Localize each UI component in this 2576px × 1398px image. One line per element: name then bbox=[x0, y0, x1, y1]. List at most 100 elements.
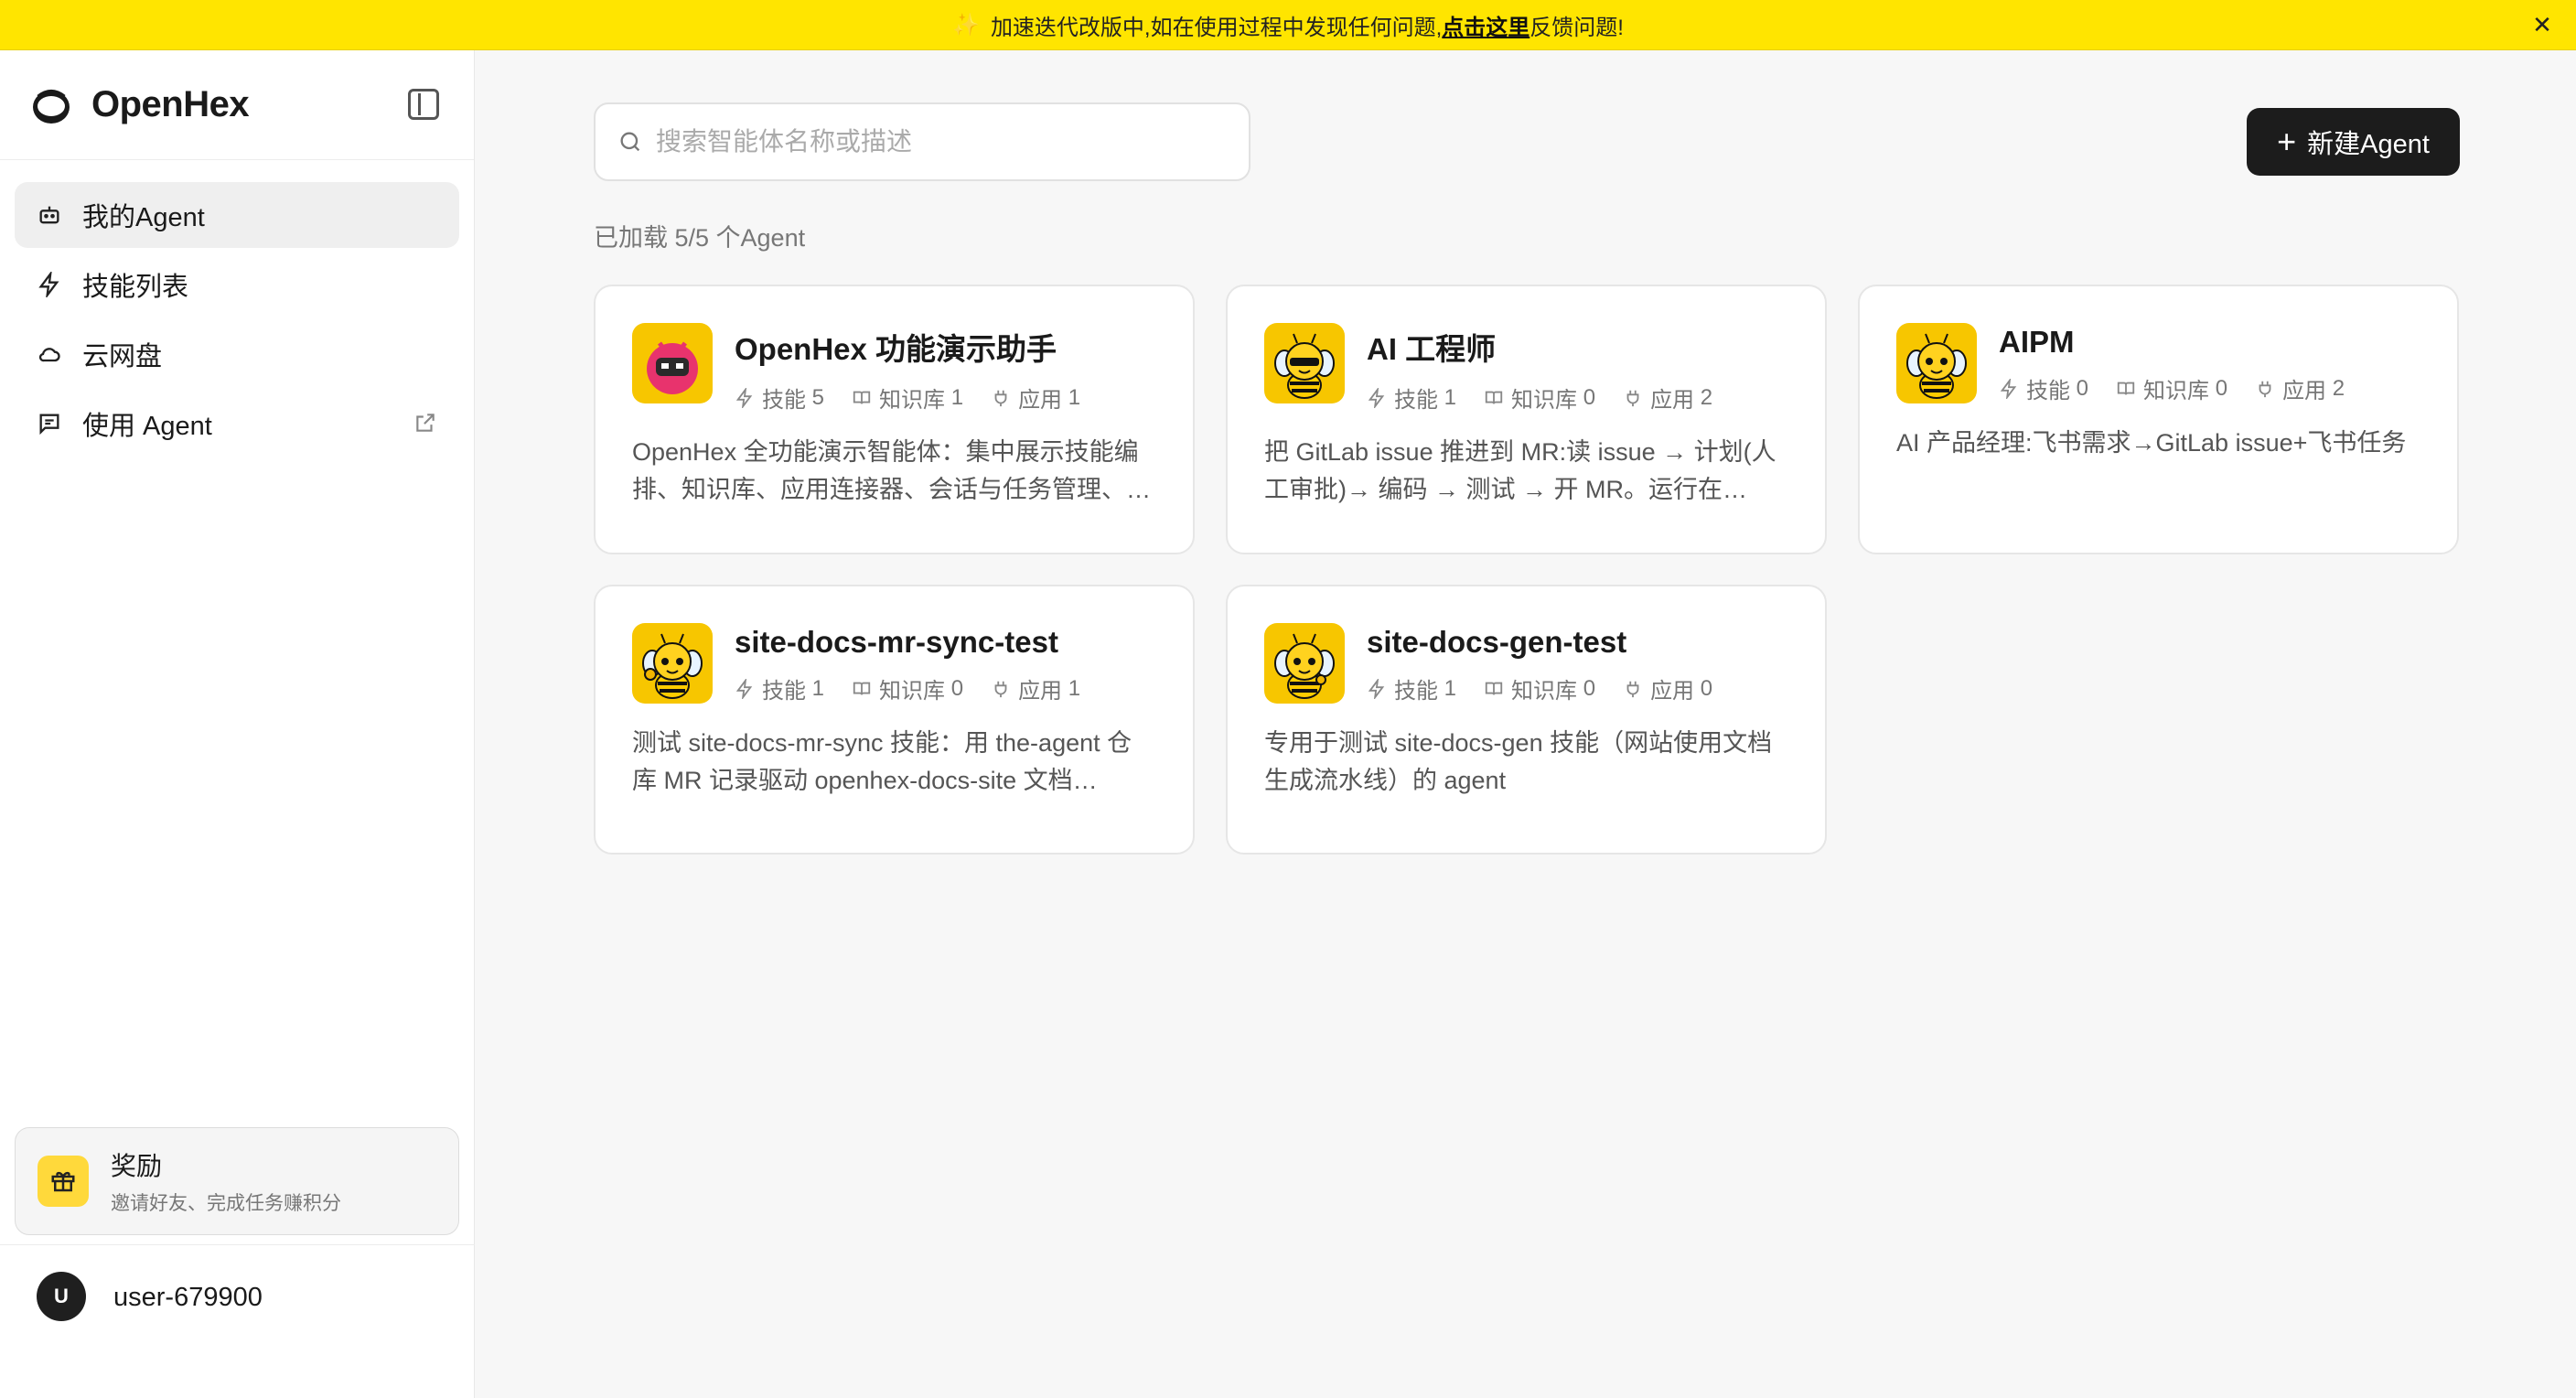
book-icon bbox=[1484, 679, 1511, 699]
agent-card[interactable]: AI 工程师 技能 1 知识库 0 应用 2 把 GitLab issue 推进到 MR… bbox=[1226, 285, 1827, 554]
sidebar-item-my-agent[interactable]: 我的Agent bbox=[15, 182, 459, 248]
stat-label: 应用 bbox=[1650, 388, 1695, 413]
banner-text-end: 反馈问题! bbox=[1530, 15, 1624, 40]
kb-count: 知识库 1 bbox=[852, 382, 963, 414]
bot-icon bbox=[37, 202, 62, 228]
plug-icon bbox=[1623, 679, 1650, 699]
lightning-icon bbox=[735, 678, 762, 699]
sidebar-item-label: 云网盘 bbox=[82, 342, 163, 371]
apps-count: 应用 2 bbox=[2255, 372, 2345, 404]
sidebar-item-label: 我的Agent bbox=[82, 203, 205, 232]
search-box bbox=[594, 102, 1250, 181]
agent-stats: 技能 5 知识库 1 应用 1 bbox=[735, 382, 1108, 414]
book-icon bbox=[2116, 379, 2143, 399]
lightning-icon bbox=[1999, 378, 2026, 399]
agent-avatar-icon bbox=[1264, 623, 1345, 704]
agent-name: AIPM bbox=[1999, 325, 2075, 359]
book-icon bbox=[1484, 388, 1511, 408]
agent-card[interactable]: site-docs-mr-sync-test 技能 1 知识库 0 应用 1 测试 si… bbox=[594, 585, 1195, 855]
stat-label: 知识库 bbox=[879, 679, 946, 704]
agent-description: OpenHex 全功能演示智能体：集中展示技能编排、知识库、应用连接器、会话与任… bbox=[632, 438, 1151, 503]
sparkle-icon: ✨ bbox=[952, 12, 980, 38]
stat-value: 0 bbox=[2215, 375, 2228, 401]
sidebar-toggle-icon[interactable] bbox=[408, 89, 439, 120]
agent-avatar-icon bbox=[632, 623, 713, 704]
chat-icon bbox=[37, 411, 62, 436]
plug-icon bbox=[2255, 379, 2282, 399]
sidebar-nav: 我的Agent 技能列表 云网盘 使用 Agent bbox=[0, 160, 474, 482]
skills-count: 技能 1 bbox=[1367, 382, 1456, 414]
agent-stats: 技能 1 知识库 0 应用 0 bbox=[1367, 672, 1740, 704]
agent-description: 把 GitLab issue 推进到 MR:读 issue → 计划(人工审批)… bbox=[1264, 438, 1776, 503]
agent-card[interactable]: OpenHex 功能演示助手 技能 5 知识库 1 应用 1 OpenHex 全功能演示… bbox=[594, 285, 1195, 554]
stat-value: 0 bbox=[1700, 675, 1713, 701]
kb-count: 知识库 0 bbox=[2116, 372, 2227, 404]
announcement-banner: ✨ 加速迭代改版中,如在使用过程中发现任何问题, 点击这里 反馈问题! ✕ bbox=[0, 0, 2576, 50]
stat-label: 知识库 bbox=[1511, 679, 1578, 704]
agent-count: 已加载 5/5 个Agent bbox=[594, 224, 806, 252]
search-input[interactable] bbox=[656, 127, 1223, 156]
agent-description: AI 产品经理:飞书需求→GitLab issue+飞书任务 bbox=[1896, 429, 2407, 457]
stat-value: 1 bbox=[1444, 384, 1457, 410]
stat-value: 0 bbox=[1583, 384, 1596, 410]
stat-label: 应用 bbox=[1018, 388, 1063, 413]
apps-count: 应用 0 bbox=[1623, 672, 1712, 704]
lightning-icon bbox=[735, 387, 762, 408]
agent-name: site-docs-mr-sync-test bbox=[735, 625, 1058, 659]
stat-value: 0 bbox=[950, 675, 964, 701]
agent-card-header: site-docs-gen-test 技能 1 知识库 0 应用 0 bbox=[1264, 623, 1788, 704]
agent-description: 测试 site-docs-mr-sync 技能：用 the-agent 仓库 M… bbox=[632, 729, 1132, 794]
plus-icon: + bbox=[2277, 123, 2297, 160]
agent-stats: 技能 1 知识库 0 应用 1 bbox=[735, 672, 1108, 704]
agent-avatar-icon bbox=[1264, 323, 1345, 403]
stat-label: 技能 bbox=[1394, 679, 1438, 704]
new-agent-button[interactable]: + 新建Agent bbox=[2247, 108, 2460, 176]
stat-value: 0 bbox=[2076, 375, 2089, 401]
stat-value: 1 bbox=[811, 675, 825, 701]
sidebar-item-skills[interactable]: 技能列表 bbox=[15, 252, 459, 317]
close-icon[interactable]: ✕ bbox=[2528, 11, 2556, 38]
lightning-icon bbox=[1367, 678, 1394, 699]
stat-label: 技能 bbox=[2026, 379, 2070, 403]
skills-count: 技能 5 bbox=[735, 382, 824, 414]
sidebar-item-label: 技能列表 bbox=[82, 273, 189, 302]
cloud-icon bbox=[37, 341, 62, 367]
kb-count: 知识库 0 bbox=[1484, 382, 1595, 414]
agent-card-header: AIPM 技能 0 知识库 0 应用 2 bbox=[1896, 323, 2420, 404]
sidebar-item-use-agent[interactable]: 使用 Agent bbox=[15, 391, 459, 457]
stat-label: 知识库 bbox=[1511, 388, 1578, 413]
user-profile[interactable]: U user-679900 bbox=[0, 1244, 475, 1398]
stat-value: 1 bbox=[1068, 384, 1081, 410]
avatar: U bbox=[37, 1272, 86, 1321]
banner-text: 加速迭代改版中,如在使用过程中发现任何问题, bbox=[990, 15, 1443, 40]
stat-label: 技能 bbox=[1394, 388, 1438, 413]
brand-name: OpenHex bbox=[91, 84, 250, 124]
sidebar-item-cloud-drive[interactable]: 云网盘 bbox=[15, 321, 459, 387]
lightning-icon bbox=[1367, 387, 1394, 408]
stat-value: 1 bbox=[1068, 675, 1081, 701]
search-icon bbox=[620, 132, 640, 152]
agent-card-header: site-docs-mr-sync-test 技能 1 知识库 0 应用 1 bbox=[632, 623, 1156, 704]
stat-value: 2 bbox=[2332, 375, 2345, 401]
agent-card-header: AI 工程师 技能 1 知识库 0 应用 2 bbox=[1264, 323, 1788, 414]
stat-value: 2 bbox=[1700, 384, 1713, 410]
agent-card[interactable]: site-docs-gen-test 技能 1 知识库 0 应用 0 专用于测试 sit… bbox=[1226, 585, 1827, 855]
apps-count: 应用 1 bbox=[991, 382, 1080, 414]
new-agent-label: 新建Agent bbox=[2307, 130, 2430, 159]
reward-title: 奖励 bbox=[111, 1152, 163, 1180]
reward-subtitle: 邀请好友、完成任务赚积分 bbox=[111, 1193, 341, 1214]
skills-count: 技能 1 bbox=[1367, 672, 1456, 704]
agent-description: 专用于测试 site-docs-gen 技能（网站使用文档生成流水线）的 age… bbox=[1264, 729, 1773, 794]
brand-header: OpenHex bbox=[0, 50, 474, 160]
banner-feedback-link[interactable]: 点击这里 bbox=[1442, 9, 1530, 41]
kb-count: 知识库 0 bbox=[852, 672, 963, 704]
gift-icon bbox=[38, 1156, 89, 1207]
username: user-679900 bbox=[113, 1283, 263, 1312]
stat-label: 应用 bbox=[2282, 379, 2327, 403]
plug-icon bbox=[991, 679, 1018, 699]
plug-icon bbox=[1623, 388, 1650, 408]
agent-card[interactable]: AIPM 技能 0 知识库 0 应用 2 AI 产品经理:飞书需求→GitLab iss… bbox=[1858, 285, 2459, 554]
rewards-card[interactable]: 奖励 邀请好友、完成任务赚积分 bbox=[15, 1127, 459, 1235]
stat-label: 应用 bbox=[1018, 679, 1063, 704]
book-icon bbox=[852, 388, 879, 408]
